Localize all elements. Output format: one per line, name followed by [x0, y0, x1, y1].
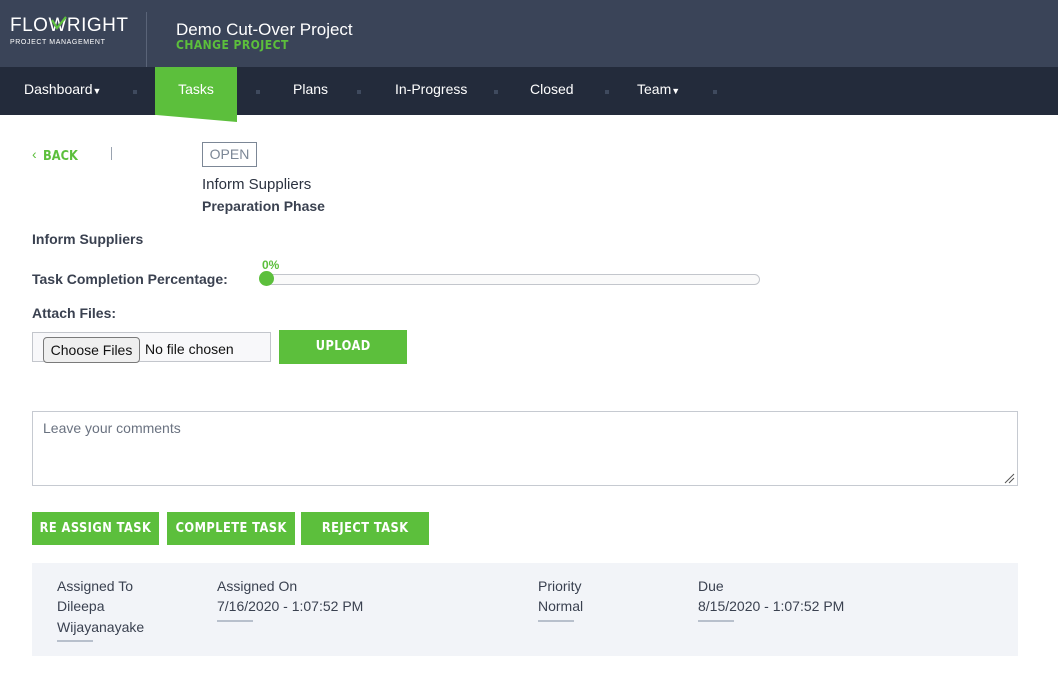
reject-task-button[interactable]: REJECT TASK	[301, 512, 429, 545]
assigned-to-label: Assigned To	[57, 578, 134, 594]
complete-task-button[interactable]: COMPLETE TASK	[167, 512, 295, 545]
upload-button[interactable]: UPLOAD	[279, 330, 407, 364]
reassign-task-button[interactable]: RE ASSIGN TASK	[32, 512, 159, 545]
chevron-left-icon[interactable]: ‹	[32, 146, 37, 162]
nav-dashboard-label: Dashboard	[24, 81, 93, 97]
header-divider	[146, 12, 147, 67]
nav-team-label: Team	[637, 81, 672, 97]
nav-dashboard[interactable]: Dashboard▼	[24, 67, 101, 115]
task-title: Inform Suppliers	[202, 176, 312, 193]
assigned-to-line1: Dileepa	[57, 598, 105, 614]
nav-separator	[256, 90, 260, 94]
attach-files-label: Attach Files:	[32, 305, 117, 321]
underline	[698, 620, 734, 622]
choose-files-button[interactable]: Choose Files	[43, 337, 140, 363]
slider-thumb[interactable]	[259, 271, 274, 286]
nav-in-progress[interactable]: In-Progress	[395, 67, 467, 115]
underline	[538, 620, 574, 622]
reassign-task-label: RE ASSIGN TASK	[39, 521, 152, 536]
assigned-on-value: 7/16/2020 - 1:07:52 PM	[217, 598, 364, 614]
task-name-label: Inform Suppliers	[32, 231, 144, 247]
chevron-down-icon: ▼	[671, 86, 681, 96]
nav-separator	[357, 90, 361, 94]
no-file-text: No file chosen	[145, 341, 234, 357]
nav-separator	[133, 90, 137, 94]
due-value: 8/15/2020 - 1:07:52 PM	[698, 598, 845, 614]
priority-value: Normal	[538, 598, 584, 614]
flowright-logo[interactable]: FLOWRIGHT PROJECT MANAGEMENT	[10, 16, 135, 56]
logo-tagline: PROJECT MANAGEMENT	[10, 39, 106, 46]
comments-textarea[interactable]	[32, 411, 1018, 486]
back-link[interactable]: BACK	[43, 149, 78, 164]
assigned-to-line2: Wijayanayake	[57, 619, 145, 635]
project-subtitle: CHANGE PROJECT	[176, 38, 289, 52]
nav-closed[interactable]: Closed	[530, 67, 574, 115]
completion-value: 0%	[262, 258, 280, 272]
back-divider	[111, 147, 112, 160]
logo-text-a: FLO	[10, 15, 49, 36]
nav-team[interactable]: Team▼	[637, 67, 680, 115]
assigned-on-label: Assigned On	[217, 578, 298, 594]
nav-tasks-text: Tasks	[178, 81, 214, 97]
app-header: FLOWRIGHT PROJECT MANAGEMENT Demo Cut-Ov…	[0, 0, 1058, 67]
resize-grip-icon[interactable]	[1003, 472, 1015, 484]
underline	[217, 620, 253, 622]
complete-task-label: COMPLETE TASK	[175, 521, 287, 536]
nav-tasks[interactable]: Tasks ▼	[155, 67, 237, 122]
underline	[57, 640, 93, 642]
nav-separator	[713, 90, 717, 94]
due-label: Due	[698, 578, 724, 594]
logo-check-icon	[51, 16, 67, 30]
task-phase: Preparation Phase	[202, 198, 325, 214]
task-info-panel	[32, 563, 1018, 656]
nav-separator	[605, 90, 609, 94]
completion-label: Task Completion Percentage:	[32, 271, 228, 287]
priority-label: Priority	[538, 578, 582, 594]
logo-wordmark: FLOWRIGHT	[10, 16, 135, 36]
reject-task-label: REJECT TASK	[321, 521, 409, 536]
project-title: Demo Cut-Over Project	[176, 20, 353, 39]
nav-separator	[494, 90, 498, 94]
chevron-down-icon: ▼	[92, 86, 102, 96]
upload-button-label: UPLOAD	[315, 339, 371, 354]
nav-plans[interactable]: Plans	[293, 67, 328, 115]
completion-slider[interactable]	[266, 274, 760, 285]
status-badge: OPEN	[202, 142, 257, 167]
